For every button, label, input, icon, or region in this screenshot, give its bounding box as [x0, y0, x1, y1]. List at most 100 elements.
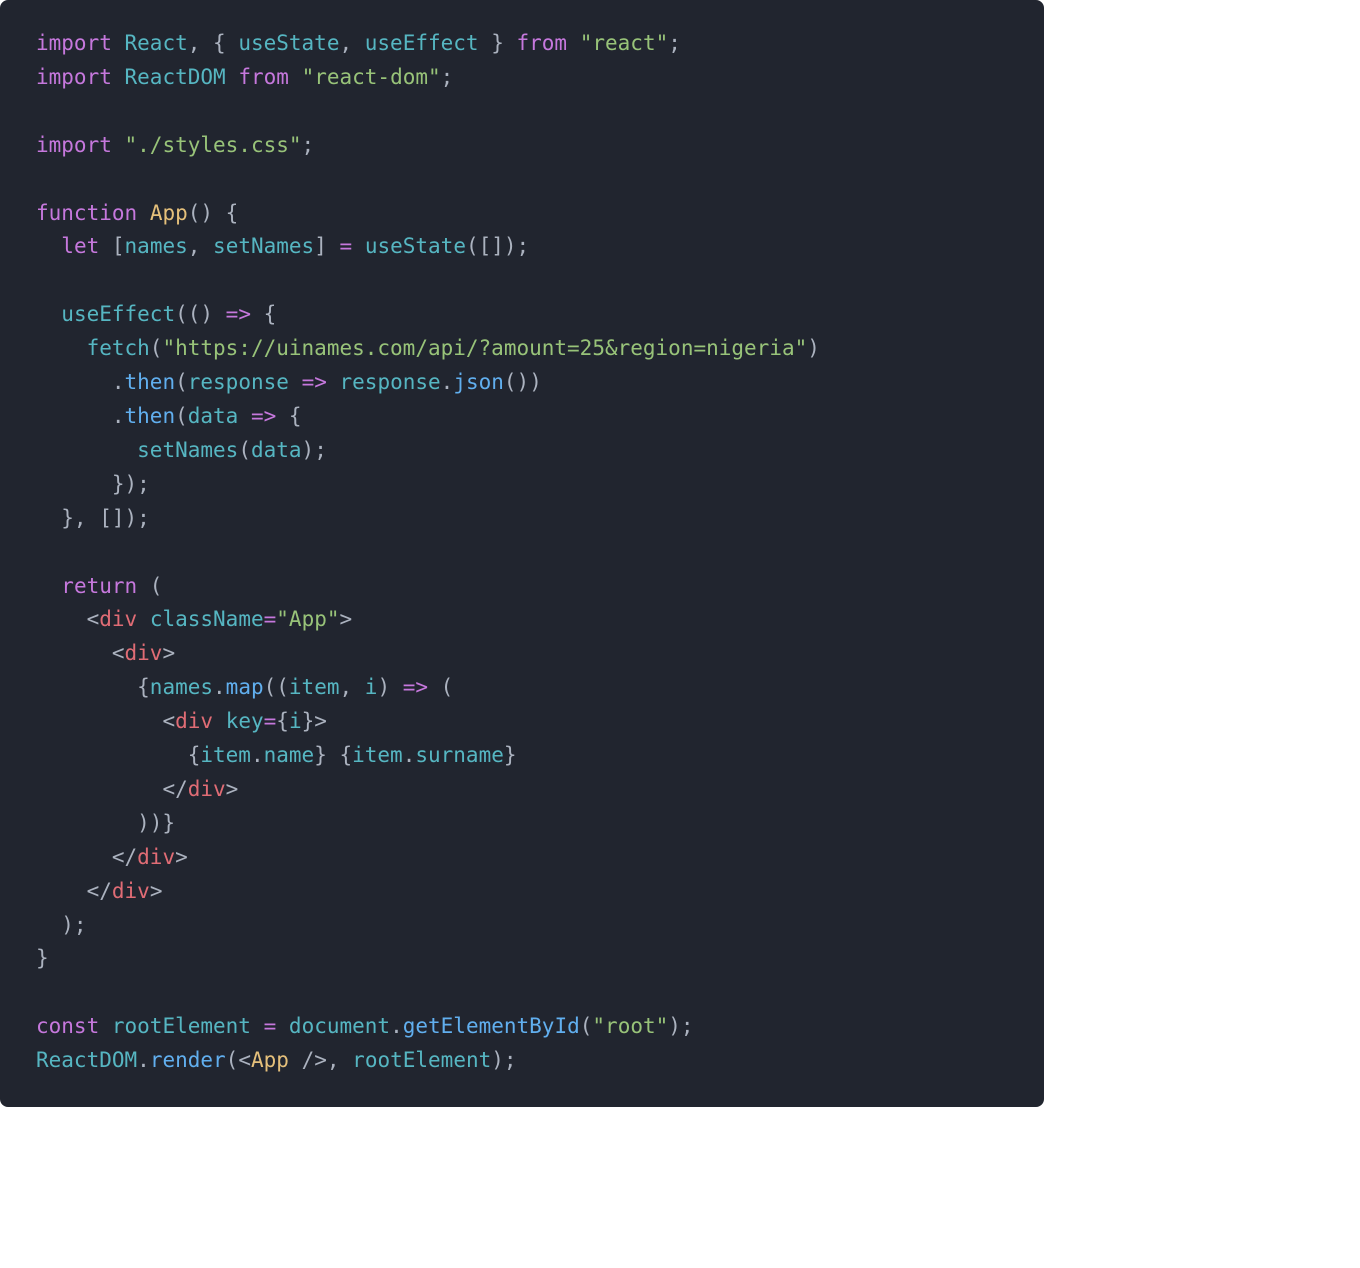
code-token: return: [61, 574, 137, 598]
code-token: .: [137, 1048, 150, 1072]
code-token: {: [276, 404, 301, 428]
code-token: .: [441, 370, 454, 394]
code-token: ([]);: [466, 234, 529, 258]
code-token: ((): [175, 302, 226, 326]
code-token: [289, 65, 302, 89]
code-token: [36, 302, 61, 326]
code-token: then: [125, 404, 176, 428]
code-token: [36, 607, 87, 631]
code-token: } {: [314, 743, 352, 767]
code-token: fetch: [87, 336, 150, 360]
code-token: ReactDOM: [36, 1048, 137, 1072]
code-token: div: [175, 709, 213, 733]
code-token: [36, 879, 87, 903]
code-token: {: [251, 302, 276, 326]
code-token: names: [125, 234, 188, 258]
code-token: [36, 438, 137, 462]
code-token: names: [150, 675, 213, 699]
code-token: =>: [403, 675, 428, 699]
code-token: (: [175, 404, 188, 428]
code-token: from: [238, 65, 289, 89]
code-token: .: [390, 1014, 403, 1038]
code-token: [36, 574, 61, 598]
code-token: {: [36, 743, 200, 767]
code-token: App: [150, 201, 188, 225]
code-token: useEffect: [365, 31, 479, 55]
code-token: ,: [339, 675, 364, 699]
code-token: [567, 31, 580, 55]
code-token: =>: [302, 370, 327, 394]
code-token: ,: [339, 31, 364, 55]
code-token: getElementById: [403, 1014, 580, 1038]
code-token: [112, 31, 125, 55]
code-token: {: [36, 675, 150, 699]
code-token: .: [213, 675, 226, 699]
code-token: "root": [592, 1014, 668, 1038]
code-token: .: [36, 370, 125, 394]
code-token: "https://uinames.com/api/?amount=25&regi…: [162, 336, 807, 360]
code-token: json: [453, 370, 504, 394]
code-token: =>: [226, 302, 251, 326]
code-token: [137, 607, 150, 631]
code-token: </: [87, 879, 112, 903]
code-token: >: [340, 607, 353, 631]
code-token: [112, 133, 125, 157]
code-token: const: [36, 1014, 99, 1038]
code-token: function: [36, 201, 137, 225]
code-token: }: [302, 709, 315, 733]
code-token: ,: [327, 1048, 352, 1072]
code-token: "react-dom": [302, 65, 441, 89]
code-token: (: [238, 438, 251, 462]
code-token: [36, 709, 162, 733]
code-token: , {: [188, 31, 239, 55]
code-token: }: [504, 743, 517, 767]
code-token: >: [150, 879, 163, 903]
code-token: map: [226, 675, 264, 699]
code-token: .: [403, 743, 416, 767]
code-token: React: [125, 31, 188, 55]
code-token: setNames: [137, 438, 238, 462]
code-token: data: [251, 438, 302, 462]
code-token: ,: [188, 234, 213, 258]
code-token: [36, 336, 87, 360]
code-token: div: [125, 641, 163, 665]
code-token: >: [175, 845, 188, 869]
code-token: import: [36, 65, 112, 89]
code-token: response: [188, 370, 289, 394]
code-token: }: [36, 946, 49, 970]
code-token: [36, 845, 112, 869]
code-token: [327, 370, 340, 394]
code-token: surname: [415, 743, 504, 767]
code-token: div: [112, 879, 150, 903]
code-token: [352, 234, 365, 258]
code-token: ReactDOM: [125, 65, 226, 89]
code-token: .: [36, 404, 125, 428]
code-token: </: [162, 777, 187, 801]
code-token: render: [150, 1048, 226, 1072]
code-token: i: [365, 675, 378, 699]
code-token: =: [264, 607, 277, 631]
code-token: ()): [504, 370, 542, 394]
code-token: App: [251, 1048, 289, 1072]
code-token: );: [302, 438, 327, 462]
code-token: });: [36, 472, 150, 496]
code-token: <: [238, 1048, 251, 1072]
code-token: );: [491, 1048, 516, 1072]
code-token: );: [668, 1014, 693, 1038]
code-content: import React, { useState, useEffect } fr…: [36, 31, 820, 1072]
code-token: then: [125, 370, 176, 394]
code-token: name: [264, 743, 315, 767]
code-token: document: [289, 1014, 390, 1038]
code-token: [226, 65, 239, 89]
code-token: rootElement: [112, 1014, 251, 1038]
code-token: {: [276, 709, 289, 733]
code-token: (: [226, 1048, 239, 1072]
code-token: item: [289, 675, 340, 699]
code-token: ))}: [36, 811, 175, 835]
code-token: .: [251, 743, 264, 767]
code-token: let: [61, 234, 99, 258]
code-token: >: [162, 641, 175, 665]
code-token: import: [36, 31, 112, 55]
code-token: from: [517, 31, 568, 55]
code-token: ): [377, 675, 402, 699]
